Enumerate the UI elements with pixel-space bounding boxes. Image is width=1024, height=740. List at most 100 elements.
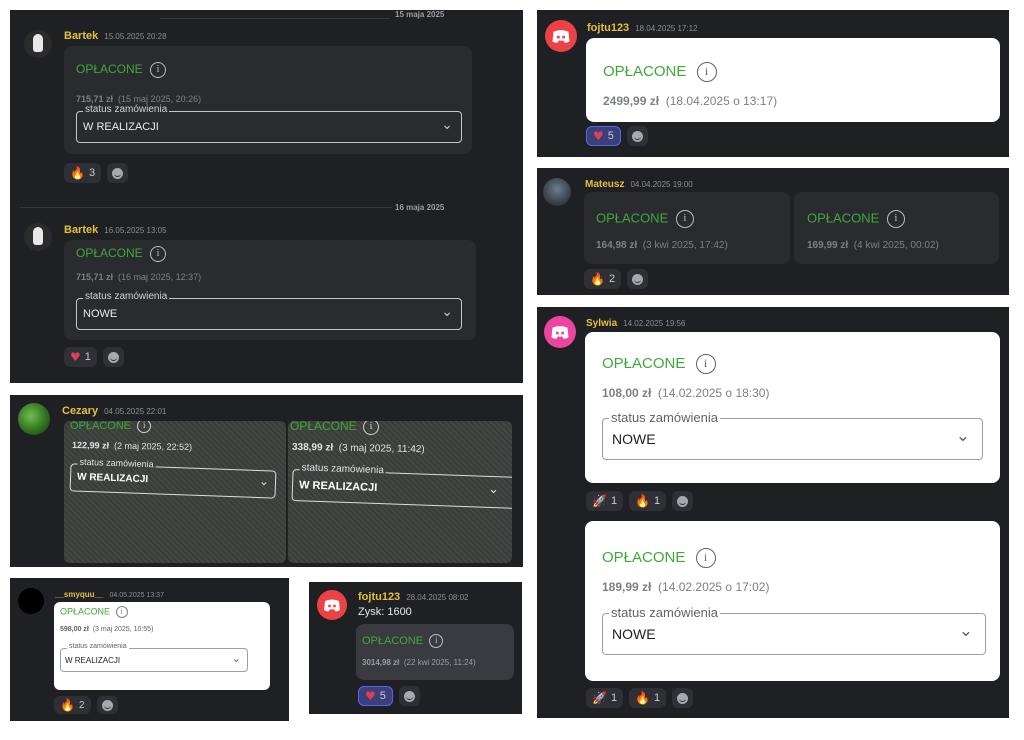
info-icon[interactable]: i (675, 210, 694, 228)
reactions: 🚀 1 🔥 1 (586, 491, 694, 511)
username[interactable]: Sylwia 14.02.2025 19:56 (586, 318, 685, 329)
order-amount: 108,00 zł (14.02.2025 o 18:30) (602, 386, 770, 400)
status-legend: status zamówienia (77, 456, 156, 470)
reaction-heart[interactable]: ♥ 1 (64, 347, 97, 367)
photo-attachment[interactable]: OPŁACONE i 122,99 zł (2 maj 2025, 22:52)… (64, 421, 286, 563)
order-card: OPŁACONE i 715,71 zł (15 maj 2025, 20:26… (64, 46, 472, 154)
chevron-down-icon[interactable]: ⌄ (232, 652, 241, 665)
status-value: NOWE (83, 308, 118, 320)
fire-icon: 🔥 (590, 272, 605, 286)
status-select[interactable]: status zamówienia W REALIZACJI ⌄ (76, 104, 462, 143)
status-select[interactable]: status zamówienia NOWE ⌄ (76, 291, 462, 330)
paid-status: OPŁACONE i (602, 354, 716, 374)
status-value: NOWE (612, 431, 656, 447)
paid-status: OPŁACONE i (807, 210, 905, 228)
status-select[interactable]: status zamówienia NOWE ⌄ (602, 410, 983, 460)
info-icon[interactable]: i (115, 606, 128, 618)
reaction-rocket[interactable]: 🚀 1 (586, 688, 624, 708)
status-value: W REALIZACJI (83, 121, 159, 133)
reaction-fire[interactable]: 🔥 2 (584, 269, 622, 289)
date-divider (160, 18, 390, 19)
discord-avatar[interactable] (544, 316, 576, 348)
info-icon[interactable]: i (150, 62, 167, 78)
avatar[interactable] (24, 223, 52, 251)
info-icon[interactable]: i (696, 62, 717, 82)
panel-cezary: Cezary 04.05.2025 22:01 OPŁACONE i 122,99… (10, 395, 523, 567)
order-amount: 598,00 zł (3 maj 2025, 10:55) (60, 626, 154, 633)
chevron-down-icon[interactable]: ⌄ (441, 117, 453, 133)
panel-fojtu-large: fojtu123 18.04.2025 17:12 OPŁACONE i 2499… (537, 10, 1009, 157)
timestamp: 16.05.2025 13:05 (104, 226, 167, 235)
info-icon[interactable]: i (150, 246, 167, 262)
avatar[interactable] (18, 403, 50, 435)
add-reaction-button[interactable] (672, 491, 694, 511)
fire-icon: 🔥 (70, 166, 85, 180)
chevron-down-icon[interactable]: ⌄ (959, 621, 973, 641)
discord-avatar[interactable] (317, 590, 347, 620)
order-card: OPŁACONE i 164,98 zł (3 kwi 2025, 17:42) (584, 192, 790, 264)
date-separator: 15 maja 2025 (395, 10, 445, 19)
timestamp: 15.05.2025 20:28 (104, 32, 167, 41)
panel-sylwia: Sylwia 14.02.2025 19:56 OPŁACONE i 108,00… (537, 307, 1009, 718)
username[interactable]: Cezary 04.05.2025 22:01 (62, 405, 166, 417)
timestamp: 04.04.2025 19:00 (630, 180, 693, 189)
reaction-fire[interactable]: 🔥 1 (629, 688, 667, 708)
status-legend: status zamówienia (83, 291, 170, 302)
add-reaction-button[interactable] (102, 347, 124, 367)
add-reaction-button[interactable] (626, 126, 648, 146)
avatar[interactable] (543, 178, 571, 206)
info-icon: i (137, 421, 152, 433)
order-amount: 189,99 zł (14.02.2025 o 17:02) (602, 580, 770, 594)
photo-attachment[interactable]: OPŁACONE i 338,99 zł (3 maj 2025, 11:42)… (288, 421, 512, 563)
username[interactable]: fojtu123 18.04.2025 17:12 (587, 22, 697, 34)
add-reaction-button[interactable] (96, 696, 118, 714)
rocket-icon: 🚀 (592, 494, 607, 508)
fire-icon: 🔥 (60, 698, 75, 712)
panel-fojtu-small: fojtu123 28.04.2025 08:02 Zysk: 1600 OPŁA… (309, 582, 522, 714)
reaction-fire[interactable]: 🔥 3 (64, 163, 102, 183)
reaction-fire[interactable]: 🔥 2 (54, 696, 91, 714)
smiley-icon (631, 130, 643, 142)
reaction-heart[interactable]: ♥ 5 (358, 686, 393, 706)
chevron-down-icon: ⌄ (487, 481, 500, 498)
username[interactable]: Mateusz 04.04.2025 19:00 (585, 179, 693, 190)
info-icon[interactable]: i (695, 354, 716, 374)
fire-icon: 🔥 (635, 494, 651, 508)
paid-status: OPŁACONE i (76, 62, 167, 78)
order-card: OPŁACONE i 169,99 zł (4 kwi 2025, 00:02) (794, 192, 999, 264)
chevron-down-icon[interactable]: ⌄ (956, 426, 970, 446)
add-reaction-button[interactable] (627, 269, 649, 289)
timestamp: 14.02.2025 19:56 (623, 319, 686, 328)
status-value: W REALIZACJI (65, 656, 121, 665)
paid-status: OPŁACONE i (290, 421, 380, 435)
username[interactable]: Bartek 15.05.2025 20:28 (64, 30, 167, 42)
discord-avatar[interactable] (545, 20, 577, 52)
add-reaction-button[interactable] (672, 688, 694, 708)
smiley-icon (677, 495, 689, 507)
avatar[interactable] (18, 588, 44, 614)
status-select[interactable]: status zamówienia NOWE ⌄ (602, 605, 986, 655)
chevron-down-icon[interactable]: ⌄ (441, 304, 453, 320)
order-card: OPŁACONE i 715,71 zł (16 maj 2025, 12:37… (64, 240, 476, 340)
username[interactable]: __smyquu__ 04.05.2025 13:37 (55, 590, 164, 599)
reaction-heart[interactable]: ♥ 5 (586, 126, 621, 146)
add-reaction-button[interactable] (398, 686, 420, 706)
info-icon: i (363, 421, 380, 435)
reaction-rocket[interactable]: 🚀 1 (586, 491, 624, 511)
reaction-fire[interactable]: 🔥 1 (629, 491, 667, 511)
info-icon[interactable]: i (429, 634, 444, 648)
reactions: 🔥 2 (54, 696, 118, 714)
info-icon[interactable]: i (695, 548, 716, 568)
status-legend: status zamówienia (609, 605, 720, 620)
order-amount: 338,99 zł (3 maj 2025, 11:42) (291, 441, 425, 456)
discord-icon (551, 326, 569, 339)
username[interactable]: fojtu123 28.04.2025 08:02 (358, 591, 468, 603)
status-select[interactable]: status zamówienia W REALIZACJI ⌄ (60, 643, 248, 672)
add-reaction-button[interactable] (107, 163, 129, 183)
paid-status: OPŁACONE i (70, 421, 152, 433)
info-icon[interactable]: i (886, 210, 905, 228)
status-legend: status zamówienia (609, 410, 720, 425)
username[interactable]: Bartek 16.05.2025 13:05 (64, 224, 167, 236)
reactions: 🚀 1 🔥 1 (586, 688, 694, 708)
avatar[interactable] (24, 30, 52, 58)
